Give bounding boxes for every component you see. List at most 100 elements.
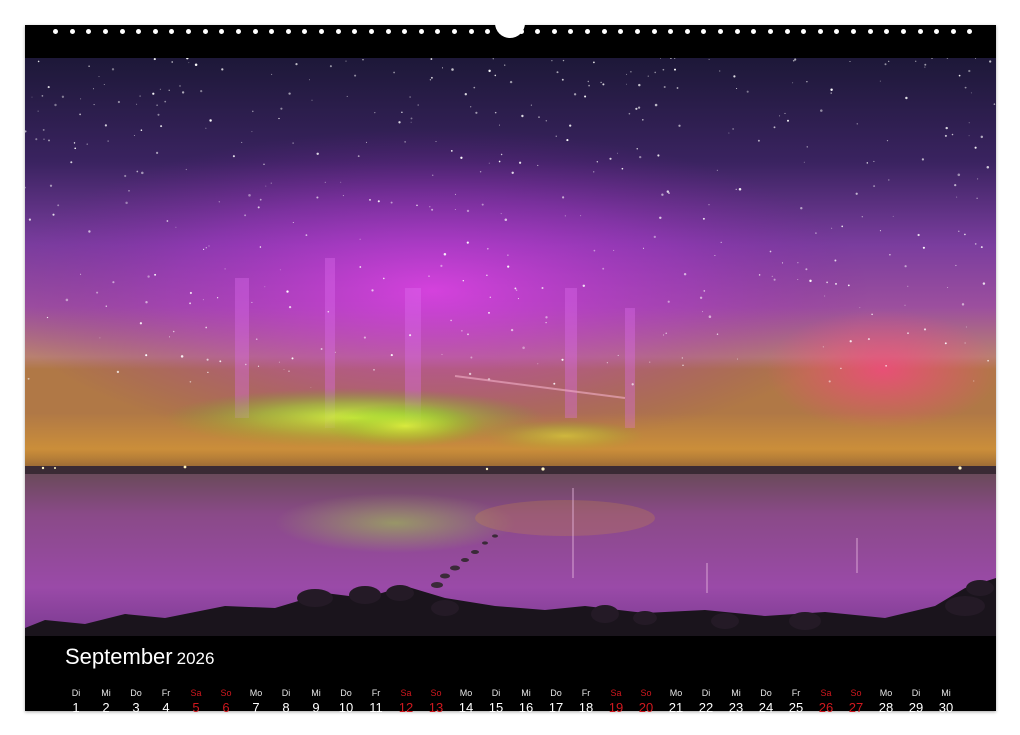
star bbox=[700, 297, 702, 299]
star bbox=[561, 359, 563, 361]
star bbox=[659, 217, 661, 219]
star bbox=[145, 354, 147, 356]
star bbox=[873, 161, 874, 162]
star bbox=[295, 63, 297, 65]
star bbox=[38, 111, 39, 112]
star bbox=[545, 322, 546, 323]
star bbox=[147, 275, 149, 277]
star bbox=[52, 214, 54, 216]
star bbox=[829, 380, 831, 382]
star bbox=[907, 286, 908, 287]
star bbox=[383, 278, 385, 280]
star bbox=[804, 162, 805, 163]
star bbox=[286, 290, 288, 292]
binding-hole bbox=[618, 29, 623, 34]
day-cell: Sa12 bbox=[391, 686, 421, 716]
day-cell: Do3 bbox=[121, 686, 151, 716]
star bbox=[347, 96, 348, 97]
star bbox=[522, 347, 525, 350]
binding-hole bbox=[302, 29, 307, 34]
star bbox=[840, 368, 842, 370]
star bbox=[792, 82, 793, 83]
star bbox=[583, 285, 585, 287]
star bbox=[293, 222, 294, 223]
day-cell: Fr18 bbox=[571, 686, 601, 716]
star bbox=[93, 88, 94, 89]
star bbox=[141, 172, 144, 175]
star bbox=[401, 112, 402, 113]
star bbox=[981, 136, 983, 138]
star bbox=[717, 170, 718, 171]
star bbox=[488, 70, 490, 72]
star bbox=[501, 154, 502, 155]
day-number: 6 bbox=[211, 700, 241, 716]
star bbox=[32, 97, 33, 98]
star bbox=[981, 246, 983, 248]
star bbox=[969, 135, 970, 136]
day-cell: Fr25 bbox=[781, 686, 811, 716]
star bbox=[209, 119, 211, 121]
star bbox=[638, 84, 640, 86]
star bbox=[203, 299, 204, 300]
star bbox=[494, 75, 496, 77]
star bbox=[815, 232, 817, 234]
star bbox=[834, 260, 836, 262]
star bbox=[862, 216, 863, 217]
star bbox=[968, 70, 970, 72]
binding-hole bbox=[402, 29, 407, 34]
star bbox=[499, 125, 500, 126]
day-cell: Do24 bbox=[751, 686, 781, 716]
star bbox=[480, 171, 481, 172]
star bbox=[94, 104, 95, 105]
star bbox=[856, 193, 858, 195]
star bbox=[668, 192, 670, 194]
star bbox=[43, 139, 44, 140]
star bbox=[635, 108, 637, 110]
star bbox=[772, 276, 773, 277]
binding-hole bbox=[153, 29, 158, 34]
star bbox=[709, 315, 712, 318]
day-number: 11 bbox=[361, 700, 391, 716]
star bbox=[251, 302, 252, 303]
star bbox=[905, 97, 907, 99]
star bbox=[28, 378, 30, 380]
star bbox=[956, 197, 957, 198]
star bbox=[74, 147, 76, 149]
star bbox=[205, 128, 206, 129]
binding-hole bbox=[751, 29, 756, 34]
star bbox=[306, 234, 308, 236]
weekday-label: Mo bbox=[241, 686, 271, 700]
binding-hole bbox=[668, 29, 673, 34]
star bbox=[622, 168, 624, 170]
day-number: 23 bbox=[721, 700, 751, 716]
weekday-label: Mo bbox=[451, 686, 481, 700]
star bbox=[733, 75, 735, 77]
weekday-label: Fr bbox=[571, 686, 601, 700]
star bbox=[770, 251, 772, 253]
star bbox=[593, 62, 595, 64]
star bbox=[217, 297, 218, 298]
star bbox=[378, 200, 380, 202]
star bbox=[600, 82, 601, 83]
star bbox=[493, 58, 494, 59]
day-number: 16 bbox=[511, 700, 541, 716]
binding-hole bbox=[186, 29, 191, 34]
star bbox=[43, 129, 45, 131]
binding-hole bbox=[236, 29, 241, 34]
aurora-photo bbox=[25, 58, 996, 636]
star bbox=[428, 275, 430, 277]
star bbox=[38, 61, 40, 63]
star bbox=[429, 206, 430, 207]
star bbox=[289, 306, 291, 308]
binding-hole bbox=[469, 29, 474, 34]
star bbox=[831, 228, 832, 229]
star bbox=[233, 155, 235, 157]
star bbox=[241, 142, 242, 143]
star bbox=[537, 363, 538, 364]
star bbox=[252, 111, 253, 112]
day-number: 7 bbox=[241, 700, 271, 716]
star bbox=[871, 314, 872, 315]
star bbox=[417, 104, 419, 106]
binding-hole bbox=[452, 29, 457, 34]
star bbox=[617, 153, 618, 154]
